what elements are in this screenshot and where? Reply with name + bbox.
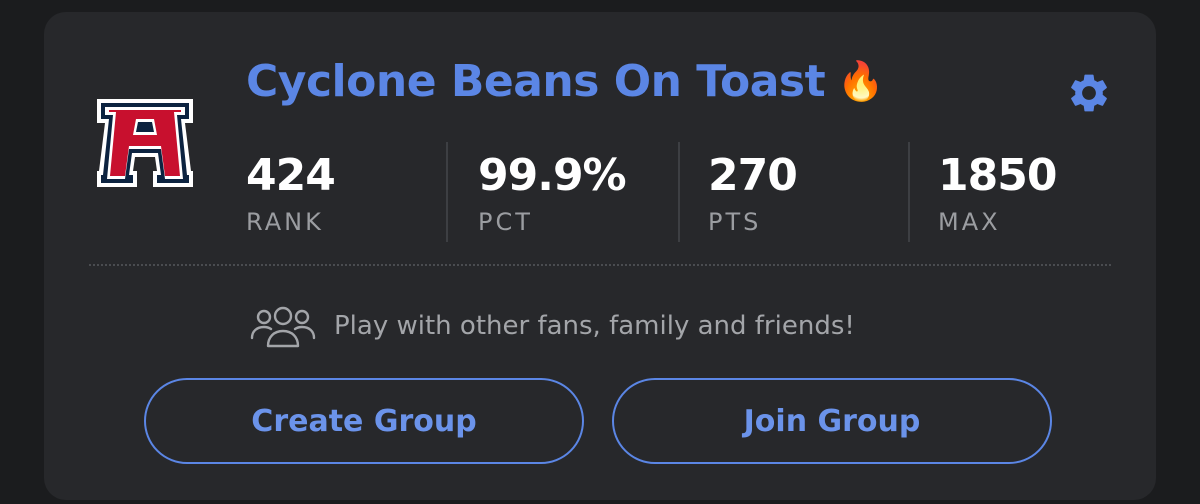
team-name[interactable]: Cyclone Beans On Toast 🔥 [246, 56, 884, 107]
league-card: Cyclone Beans On Toast 🔥 424 RANK 99.9% … [44, 12, 1156, 500]
stat-label: RANK [246, 208, 324, 236]
create-group-button[interactable]: Create Group [144, 378, 584, 464]
invite-message: Play with other fans, family and friends… [250, 304, 855, 348]
stat-value: 99.9% [478, 150, 627, 201]
stat-divider [908, 142, 910, 242]
section-divider [89, 264, 1111, 266]
stats-row: 424 RANK 99.9% PCT 270 PTS 1850 MAX [246, 142, 1116, 242]
stat-label: PTS [708, 208, 762, 236]
stat-value: 270 [708, 150, 798, 201]
stat-divider [678, 142, 680, 242]
join-group-button[interactable]: Join Group [612, 378, 1052, 464]
stat-value: 1850 [938, 150, 1057, 201]
stat-label: PCT [478, 208, 533, 236]
stat-divider [446, 142, 448, 242]
invite-text: Play with other fans, family and friends… [334, 311, 855, 341]
team-logo [97, 99, 193, 187]
gear-icon[interactable] [1066, 70, 1112, 116]
fire-icon: 🔥 [837, 59, 884, 103]
team-name-text: Cyclone Beans On Toast [246, 56, 826, 107]
group-icon [250, 306, 316, 348]
stat-label: MAX [938, 208, 1001, 236]
stat-value: 424 [246, 150, 336, 201]
